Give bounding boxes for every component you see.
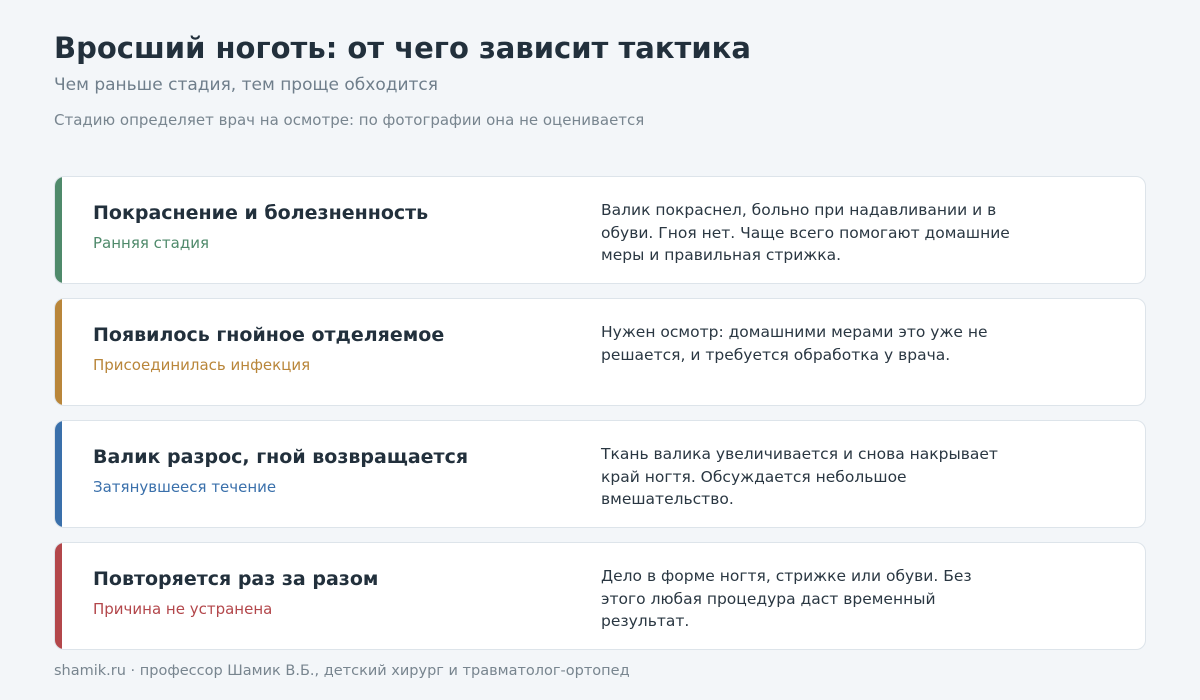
stage-heading: Покраснение и болезненность <box>93 202 429 224</box>
stage-label: Причина не устранена <box>93 600 273 618</box>
stage-card-recurrent: Повторяется раз за разом Причина не устр… <box>54 542 1146 650</box>
stage-heading: Появилось гнойное отделяемое <box>93 324 445 346</box>
stage-label: Присоединилась инфекция <box>93 356 311 374</box>
stage-description: Ткань валика увеличивается и снова накры… <box>601 445 998 508</box>
stage-heading: Валик разрос, гной возвращается <box>93 446 469 468</box>
stage-card-chronic: Валик разрос, гной возвращается Затянувш… <box>54 420 1146 528</box>
stage-accent-bar <box>55 543 62 649</box>
stage-accent-bar <box>55 299 62 405</box>
stage-card-left: Повторяется раз за разом Причина не устр… <box>93 567 553 619</box>
stage-label: Затянувшееся течение <box>93 478 277 496</box>
stage-cards: Покраснение и болезненность Ранняя стади… <box>54 176 1146 664</box>
stage-card-left: Покраснение и болезненность Ранняя стади… <box>93 201 553 253</box>
stage-card-left: Появилось гнойное отделяемое Присоединил… <box>93 323 553 375</box>
stage-description: Дело в форме ногтя, стрижке или обуви. Б… <box>601 567 972 630</box>
stage-description: Нужен осмотр: домашними мерами это уже н… <box>601 323 988 364</box>
stage-card-infection: Появилось гнойное отделяемое Присоединил… <box>54 298 1146 406</box>
stage-card-early: Покраснение и болезненность Ранняя стади… <box>54 176 1146 284</box>
page-subtitle: Чем раньше стадия, тем проще обходится <box>54 75 439 95</box>
footer-credit: shamik.ru · профессор Шамик В.Б., детски… <box>54 663 630 679</box>
page-note: Стадию определяет врач на осмотре: по фо… <box>54 111 645 129</box>
stage-accent-bar <box>55 177 62 283</box>
page-title: Вросший ноготь: от чего зависит тактика <box>54 31 751 65</box>
stage-label: Ранняя стадия <box>93 234 209 252</box>
stage-card-left: Валик разрос, гной возвращается Затянувш… <box>93 445 553 497</box>
stage-accent-bar <box>55 421 62 527</box>
header: Вросший ноготь: от чего зависит тактика … <box>54 30 1054 130</box>
stage-heading: Повторяется раз за разом <box>93 568 379 590</box>
stage-description: Валик покраснел, больно при надавливании… <box>601 201 1010 264</box>
